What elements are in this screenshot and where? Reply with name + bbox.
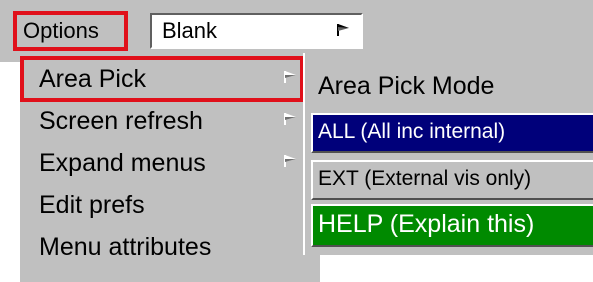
menu-item-menu-attributes[interactable]: Menu attributes xyxy=(20,226,320,268)
menu-item-label: Expand menus xyxy=(39,149,206,177)
menu-item-label: Edit prefs xyxy=(39,191,145,219)
submenu-arrow-icon xyxy=(283,70,297,84)
options-dropdown-menu: Area Pick Screen refresh Expand menus Ed… xyxy=(20,58,320,282)
display-mode-value: Blank xyxy=(162,18,218,43)
submenu-title: Area Pick Mode xyxy=(318,72,495,100)
area-pick-all-option[interactable]: ALL (All inc internal) xyxy=(311,113,593,153)
submenu-arrow-icon xyxy=(283,154,297,168)
display-mode-select[interactable]: Blank xyxy=(150,13,363,49)
area-pick-submenu: Area Pick Mode ALL (All inc internal) EX… xyxy=(303,53,593,255)
area-pick-ext-option[interactable]: EXT (External vis only) xyxy=(311,160,593,200)
menu-item-label: Area Pick xyxy=(39,65,146,93)
submenu-arrow-icon xyxy=(283,112,297,126)
flag-arrow-icon xyxy=(336,23,350,37)
area-pick-help-option[interactable]: HELP (Explain this) xyxy=(311,204,593,247)
menu-item-label: Menu attributes xyxy=(39,233,212,261)
options-menu-button[interactable]: Options xyxy=(13,11,128,51)
menu-item-screen-refresh[interactable]: Screen refresh xyxy=(20,100,320,142)
menu-item-expand-menus[interactable]: Expand menus xyxy=(20,142,320,184)
menu-item-label: Screen refresh xyxy=(39,107,203,135)
menu-item-edit-prefs[interactable]: Edit prefs xyxy=(20,184,320,226)
menu-item-area-pick[interactable]: Area Pick xyxy=(20,58,320,100)
